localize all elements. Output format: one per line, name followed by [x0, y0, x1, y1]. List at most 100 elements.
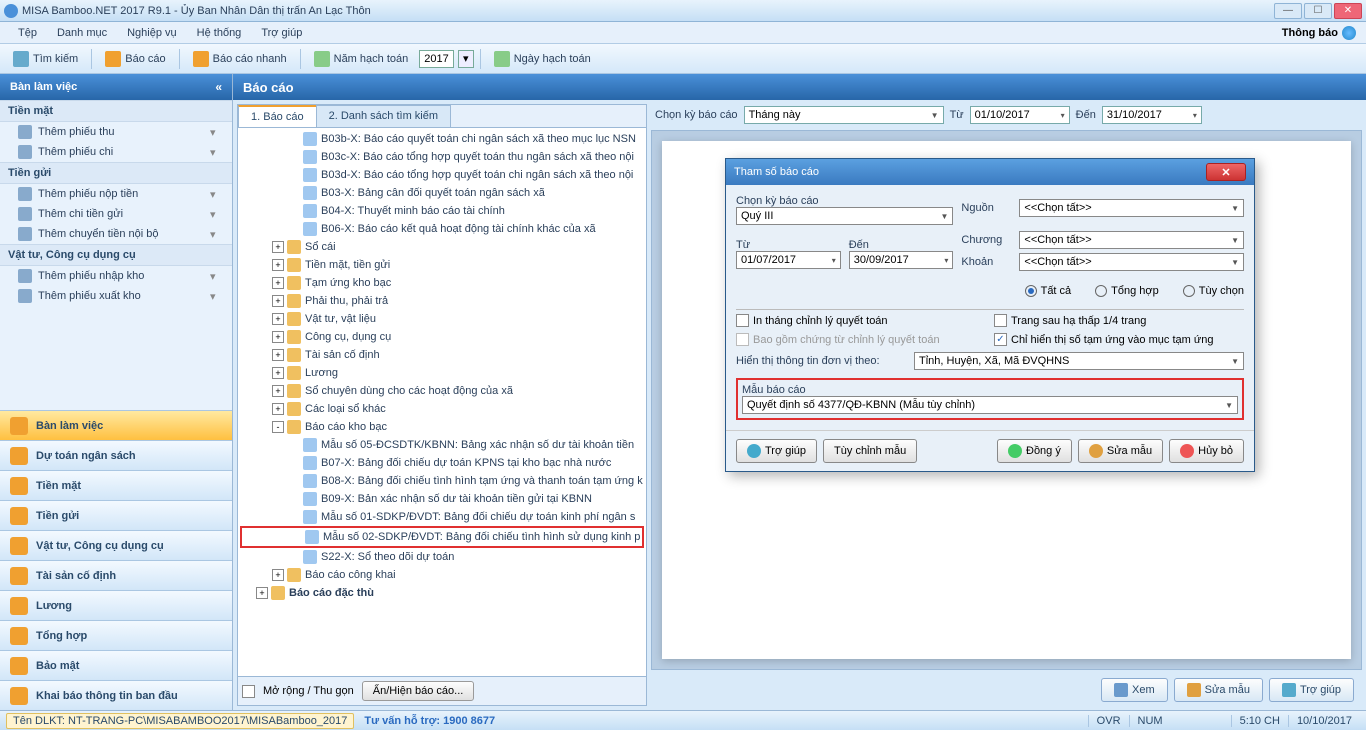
collapse-icon[interactable]: «: [215, 80, 222, 94]
tree-node[interactable]: +Sổ cái: [240, 238, 644, 256]
tree-node[interactable]: B03-X: Bảng cân đối quyết toán ngân sách…: [240, 184, 644, 202]
dlg-source-combo[interactable]: <<Chọn tất>>▼: [1019, 199, 1244, 217]
dlg-custom-button[interactable]: Tùy chỉnh mẫu: [823, 439, 917, 463]
radio-summary[interactable]: Tổng hợp: [1095, 285, 1159, 297]
tree-node[interactable]: B03d-X: Báo cáo tổng hợp quyết toán chi …: [240, 166, 644, 184]
tree-toggle[interactable]: +: [272, 259, 284, 271]
tree-node[interactable]: +Các loại sổ khác: [240, 400, 644, 418]
nav-ti-n-m-t[interactable]: Tiền mặt: [0, 470, 232, 500]
chk-print[interactable]: In tháng chỉnh lý quyết toán: [736, 314, 986, 327]
sidebar-item[interactable]: Thêm phiếu chi▾: [0, 142, 232, 162]
sidebar-item[interactable]: Thêm chuyển tiền nội bộ▾: [0, 224, 232, 244]
nav-t-i-s-n-c-nh[interactable]: Tài sản cố định: [0, 560, 232, 590]
tree-node[interactable]: S22-X: Sổ theo dõi dự toán: [240, 548, 644, 566]
dlg-item-combo[interactable]: <<Chọn tất>>▼: [1019, 253, 1244, 271]
tree-node[interactable]: B09-X: Bản xác nhận số dư tài khoản tiền…: [240, 490, 644, 508]
minimize-button[interactable]: —: [1274, 3, 1302, 19]
chevron-down-icon[interactable]: ▾: [210, 270, 224, 283]
accounting-date-button[interactable]: Ngày hạch toán: [487, 48, 598, 70]
maximize-button[interactable]: ☐: [1304, 3, 1332, 19]
menu-system[interactable]: Hệ thống: [187, 27, 252, 39]
tree-node[interactable]: Mẫu số 05-ĐCSDTK/KBNN: Bảng xác nhận số …: [240, 436, 644, 454]
menu-help[interactable]: Trợ giúp: [251, 27, 312, 39]
tree-node[interactable]: B03b-X: Báo cáo quyết toán chi ngân sách…: [240, 130, 644, 148]
tree-node[interactable]: +Công cụ, dụng cụ: [240, 328, 644, 346]
tree-node[interactable]: B03c-X: Báo cáo tổng hợp quyết toán thu …: [240, 148, 644, 166]
chevron-down-icon[interactable]: ▾: [210, 126, 224, 139]
chk-show[interactable]: Chỉ hiển thị số tạm ứng vào mục tạm ứng: [994, 333, 1244, 346]
tree-node[interactable]: -Báo cáo kho bạc: [240, 418, 644, 436]
tree-toggle[interactable]: +: [272, 313, 284, 325]
dlg-period-combo[interactable]: Quý III▼: [736, 207, 953, 225]
year-input[interactable]: 2017: [419, 50, 453, 68]
dlg-chapter-combo[interactable]: <<Chọn tất>>▼: [1019, 231, 1244, 249]
tree-toggle[interactable]: +: [272, 277, 284, 289]
nav-b-n-l-m-vi-c[interactable]: Bàn làm việc: [0, 410, 232, 440]
radio-custom[interactable]: Tùy chọn: [1183, 285, 1244, 297]
nav-t-ng-h-p[interactable]: Tổng hợp: [0, 620, 232, 650]
nav-l-ng[interactable]: Lương: [0, 590, 232, 620]
dialog-titlebar[interactable]: Tham số báo cáo ✕: [726, 159, 1254, 185]
report-tree[interactable]: B03b-X: Báo cáo quyết toán chi ngân sách…: [238, 128, 646, 676]
close-button[interactable]: ✕: [1334, 3, 1362, 19]
tree-node[interactable]: +Phải thu, phải trả: [240, 292, 644, 310]
tree-node[interactable]: B04-X: Thuyết minh báo cáo tài chính: [240, 202, 644, 220]
tree-toggle[interactable]: +: [256, 587, 268, 599]
tree-toggle[interactable]: +: [272, 241, 284, 253]
tree-node[interactable]: +Vật tư, vật liệu: [240, 310, 644, 328]
tree-toggle[interactable]: -: [272, 421, 284, 433]
toggle-reports-button[interactable]: Ẩn/Hiện báo cáo...: [362, 681, 475, 701]
menu-catalog[interactable]: Danh mục: [47, 27, 117, 39]
sidebar-item[interactable]: Thêm phiếu nộp tiền▾: [0, 184, 232, 204]
tree-node[interactable]: +Lương: [240, 364, 644, 382]
tree-node[interactable]: B08-X: Bảng đối chiếu tình hình tạm ứng …: [240, 472, 644, 490]
radio-all[interactable]: Tất cả: [1025, 285, 1072, 297]
menu-file[interactable]: Tệp: [8, 27, 47, 39]
nav-khai-b-o-th-ng-tin-ban-u[interactable]: Khai báo thông tin ban đầu: [0, 680, 232, 710]
tree-node[interactable]: +Báo cáo đặc thù: [240, 584, 644, 602]
notification-link[interactable]: Thông báo: [1282, 26, 1366, 40]
tree-node[interactable]: +Tiền mặt, tiền gửi: [240, 256, 644, 274]
nav-b-o-m-t[interactable]: Bảo mật: [0, 650, 232, 680]
view-button[interactable]: Xem: [1101, 678, 1168, 702]
tree-toggle[interactable]: +: [272, 367, 284, 379]
chevron-down-icon[interactable]: ▾: [210, 208, 224, 221]
tree-node[interactable]: +Tạm ứng kho bạc: [240, 274, 644, 292]
from-date[interactable]: 01/10/2017▾: [970, 106, 1070, 124]
expand-checkbox[interactable]: [242, 685, 255, 698]
tree-node[interactable]: Mẫu số 01-SDKP/ĐVDT: Bảng đối chiếu dự t…: [240, 508, 644, 526]
dlg-template-combo[interactable]: Quyết định số 4377/QĐ-KBNN (Mẫu tùy chỉn…: [742, 396, 1238, 414]
tree-toggle[interactable]: +: [272, 349, 284, 361]
tree-node[interactable]: +Báo cáo công khai: [240, 566, 644, 584]
dlg-unit-combo[interactable]: Tỉnh, Huyện, Xã, Mã ĐVQHNS▼: [914, 352, 1244, 370]
sidebar-item[interactable]: Thêm phiếu xuất kho▾: [0, 286, 232, 306]
sidebar-item[interactable]: Thêm chi tiền gửi▾: [0, 204, 232, 224]
period-combo[interactable]: Tháng này▼: [744, 106, 944, 124]
chevron-down-icon[interactable]: ▾: [210, 188, 224, 201]
menu-operations[interactable]: Nghiệp vụ: [117, 27, 187, 39]
quick-report-button[interactable]: Báo cáo nhanh: [186, 48, 294, 70]
nav-d-to-n-ng-n-s-ch[interactable]: Dự toán ngân sách: [0, 440, 232, 470]
search-button[interactable]: Tìm kiếm: [6, 48, 85, 70]
support-link[interactable]: Tư vấn hỗ trợ: 1900 8677: [364, 715, 495, 727]
chk-page[interactable]: Trang sau hạ thấp 1/4 trang: [994, 314, 1244, 327]
dlg-cancel-button[interactable]: Hủy bỏ: [1169, 439, 1244, 463]
tree-node[interactable]: B07-X: Bảng đối chiếu dự toán KPNS tại k…: [240, 454, 644, 472]
tree-toggle[interactable]: +: [272, 331, 284, 343]
tree-node[interactable]: Mẫu số 02-SDKP/ĐVDT: Bảng đối chiếu tình…: [240, 526, 644, 548]
tree-toggle[interactable]: +: [272, 385, 284, 397]
chevron-down-icon[interactable]: ▾: [210, 228, 224, 241]
dlg-to-date[interactable]: 30/09/2017▾: [849, 251, 954, 269]
edit-template-button[interactable]: Sửa mẫu: [1174, 678, 1263, 702]
dlg-ok-button[interactable]: Đồng ý: [997, 439, 1072, 463]
to-date[interactable]: 31/10/2017▾: [1102, 106, 1202, 124]
dlg-edit-button[interactable]: Sửa mẫu: [1078, 439, 1163, 463]
nav-ti-n-g-i[interactable]: Tiền gửi: [0, 500, 232, 530]
tree-node[interactable]: +Tài sản cố định: [240, 346, 644, 364]
dialog-close-button[interactable]: ✕: [1206, 163, 1246, 181]
tree-toggle[interactable]: +: [272, 569, 284, 581]
tree-node[interactable]: +Sổ chuyên dùng cho các hoạt động của xã: [240, 382, 644, 400]
report-button[interactable]: Báo cáo: [98, 48, 172, 70]
nav-v-t-t-c-ng-c-d-ng-c-[interactable]: Vật tư, Công cụ dụng cụ: [0, 530, 232, 560]
tab-search-list[interactable]: 2. Danh sách tìm kiếm: [316, 105, 451, 127]
